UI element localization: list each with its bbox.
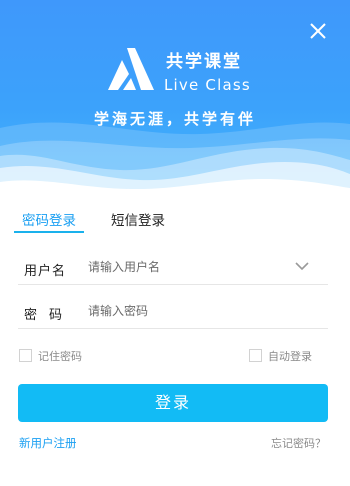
login-button[interactable]: 登录 [18, 384, 328, 422]
remember-password-box[interactable] [19, 349, 32, 362]
slogan: 学海无涯，共学有伴 [93, 110, 256, 128]
forgot-password-link[interactable]: 忘记密码？ [271, 435, 326, 451]
app-subtitle: Live Class [164, 76, 251, 94]
username-label: 用户名 [24, 264, 67, 279]
auto-login-label: 自动登录 [268, 349, 312, 363]
wave-decoration [0, 122, 350, 196]
password-input[interactable] [84, 298, 292, 324]
auto-login-checkbox[interactable]: 自动登录 [249, 345, 312, 363]
active-tab-indicator [14, 231, 84, 233]
header-banner: 共学课堂 Live Class 学海无涯，共学有伴 [0, 0, 350, 196]
close-icon[interactable] [305, 18, 331, 44]
remember-password-label: 记住密码 [38, 349, 82, 363]
auto-login-box[interactable] [249, 349, 262, 362]
chevron-down-icon[interactable] [294, 260, 310, 272]
tab-sms-login[interactable]: 短信登录 [111, 209, 165, 229]
remember-password-checkbox[interactable]: 记住密码 [19, 345, 82, 363]
live-class-logo-icon [108, 48, 154, 90]
app-name: 共学课堂 [166, 52, 242, 72]
login-window: 共学课堂 Live Class 学海无涯，共学有伴 密码登录 短信登录 用户名 … [0, 0, 350, 486]
password-label: 密码 [24, 308, 75, 323]
tab-password-login[interactable]: 密码登录 [22, 209, 76, 229]
username-input[interactable] [84, 254, 292, 280]
register-link[interactable]: 新用户注册 [19, 435, 77, 451]
username-row: 用户名 [18, 250, 328, 285]
password-row: 密码 [18, 294, 328, 329]
